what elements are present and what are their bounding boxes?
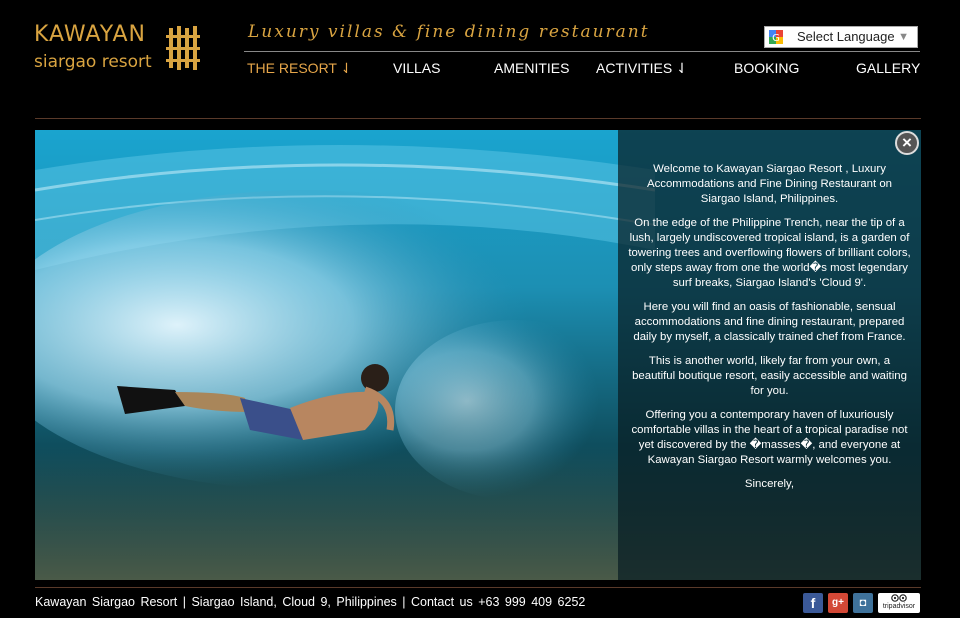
nav-activities[interactable]: ACTIVITIES ⇃ — [596, 60, 688, 77]
hero-banner: Welcome to Kawayan Siargao Resort , Luxu… — [35, 130, 921, 580]
welcome-paragraph: Welcome to Kawayan Siargao Resort , Luxu… — [646, 163, 893, 205]
nav-villas[interactable]: VILLAS — [393, 60, 440, 76]
welcome-signoff: Sincerely, — [744, 478, 795, 490]
header-divider — [244, 51, 920, 52]
content-divider-bottom — [35, 587, 921, 588]
welcome-panel: Welcome to Kawayan Siargao Resort , Luxu… — [618, 130, 921, 580]
tripadvisor-label: tripadvisor — [882, 603, 916, 610]
tagline: Luxury villas & fine dining restaurant — [248, 22, 650, 42]
tripadvisor-icon[interactable]: tripadvisor — [878, 593, 920, 613]
content-divider-top — [35, 118, 921, 119]
language-selector[interactable]: G Select Language ▼ — [764, 26, 918, 48]
facebook-icon[interactable]: f — [803, 593, 823, 613]
welcome-paragraph: This is another world, likely far from y… — [632, 355, 907, 397]
svg-text:G: G — [772, 33, 780, 44]
nav-the-resort[interactable]: THE RESORT ⇃ — [247, 60, 352, 77]
instagram-icon[interactable]: ◘ — [853, 593, 873, 613]
logo-name: KAWAYAN — [34, 22, 147, 47]
welcome-paragraph: Here you will find an oasis of fashionab… — [633, 301, 906, 343]
nav-booking[interactable]: BOOKING — [734, 60, 799, 76]
google-translate-icon: G — [769, 30, 783, 44]
welcome-paragraph: On the edge of the Philippine Trench, ne… — [628, 217, 911, 289]
close-icon[interactable]: × — [895, 131, 919, 155]
nav-gallery[interactable]: GALLERY — [856, 60, 920, 76]
dropdown-arrow-icon: ▼ — [898, 31, 909, 43]
nav-amenities[interactable]: AMENITIES — [494, 60, 569, 76]
tripadvisor-owl-icon — [891, 594, 907, 602]
main-nav: THE RESORT ⇃ VILLAS AMENITIES ACTIVITIES… — [0, 60, 960, 80]
google-plus-icon[interactable]: g+ — [828, 593, 848, 613]
welcome-paragraph: Offering you a contemporary haven of lux… — [631, 409, 908, 466]
footer-contact: Kawayan Siargao Resort | Siargao Island,… — [35, 595, 586, 609]
language-label: Select Language — [797, 29, 895, 44]
welcome-text: Welcome to Kawayan Siargao Resort , Luxu… — [628, 162, 911, 501]
